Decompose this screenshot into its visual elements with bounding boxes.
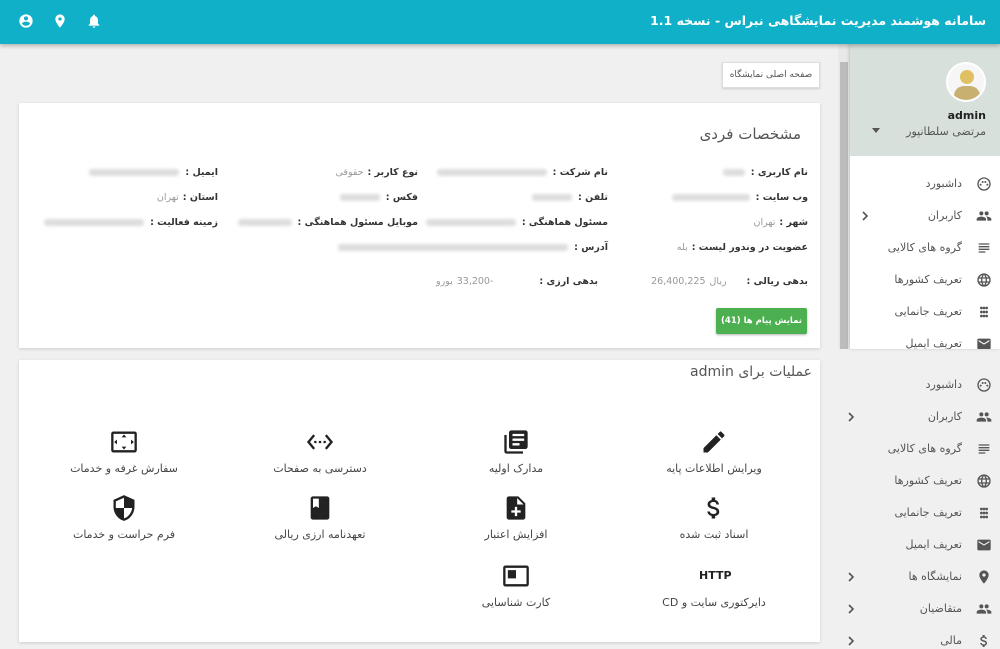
bell-icon[interactable] <box>86 13 102 29</box>
menu-item-finance[interactable]: مالی <box>836 625 1000 649</box>
chevron-icon <box>846 411 856 423</box>
sidebar-item-layout[interactable]: تعریف جانمایی <box>850 296 1000 328</box>
email-field: ایمیل : <box>89 167 218 178</box>
menu-item-email[interactable]: تعریف ایمیل <box>836 529 1000 561</box>
sidebar-scrollbar[interactable] <box>838 44 850 349</box>
op-id-card[interactable]: کارت شناسایی <box>441 562 591 609</box>
users-icon <box>976 601 992 617</box>
operations-card: عملیات برای admin ویرایش اطلاعات پایه مد… <box>19 360 820 642</box>
settings-overscan-icon <box>109 428 139 456</box>
op-site-directory[interactable]: HTTP دایرکتوری سایت و CD <box>639 562 789 609</box>
profile-card-title: مشخصات فردی <box>699 125 801 143</box>
op-page-access[interactable]: دسترسی به صفحات <box>245 428 395 475</box>
location-pin-icon[interactable] <box>52 13 68 29</box>
phone-field: تلفن : <box>532 192 608 203</box>
mail-icon <box>976 336 992 349</box>
company-field: نام شرکت : <box>436 167 608 178</box>
profile-dropdown-caret[interactable] <box>872 128 880 133</box>
fax-field: فکس : <box>339 192 418 203</box>
currency-debt-field: بدهی ارزی :-33,200یورو <box>436 276 598 287</box>
account-circle-icon[interactable] <box>18 13 34 29</box>
city-field: شهر :تهران <box>753 217 808 228</box>
security-shield-icon <box>109 494 139 522</box>
profile-username: admin <box>947 109 986 122</box>
chevron-icon <box>860 210 870 222</box>
menu-item-product-groups[interactable]: گروه های کالایی <box>836 433 1000 465</box>
sidebar-item-countries[interactable]: تعریف کشورها <box>850 264 1000 296</box>
app-title: سامانه هوشمند مدیریت نمایشگاهی نبراس - ن… <box>650 13 986 28</box>
coordinator-mobile-field: موبایل مسئول هماهنگی : <box>237 217 418 228</box>
chevron-icon <box>846 635 856 647</box>
dashboard-icon <box>976 377 992 393</box>
sidebar: admin مرتضی سلطانپور داشبورد کاربران گرو… <box>850 44 1000 349</box>
username-field: نام کاربری : <box>722 167 808 178</box>
menu-item-users[interactable]: کاربران <box>836 401 1000 433</box>
profile-fullname[interactable]: مرتضی سلطانپور <box>906 125 986 138</box>
sidebar-scrollbar-thumb[interactable] <box>840 62 848 349</box>
website-field: وب سایت : <box>671 192 808 203</box>
rial-debt-field: بدهی ریالی :ریال26,400,225 <box>651 276 808 287</box>
note-add-icon <box>501 494 531 522</box>
list-icon <box>976 441 992 457</box>
users-icon <box>976 409 992 425</box>
exhibition-home-button[interactable]: صفحه اصلی نمایشگاه <box>722 62 820 88</box>
pencil-icon <box>699 428 729 456</box>
op-currency-commitment[interactable]: تعهدنامه ارزی ریالی <box>245 494 395 541</box>
globe-icon <box>976 473 992 489</box>
sidebar-item-email[interactable]: تعریف ایمیل <box>850 328 1000 349</box>
dollar-icon <box>976 633 992 649</box>
avatar <box>946 62 986 102</box>
top-app-bar: سامانه هوشمند مدیریت نمایشگاهی نبراس - ن… <box>0 0 1000 44</box>
menu-item-dashboard[interactable]: داشبورد <box>836 369 1000 401</box>
sidebar-item-dashboard[interactable]: داشبورد <box>850 168 1000 200</box>
menu-item-layout[interactable]: تعریف جانمایی <box>836 497 1000 529</box>
address-field: آدرس : <box>338 242 608 253</box>
show-messages-button[interactable]: نمایش پیام ها (41) <box>716 308 807 334</box>
dashboard-icon <box>976 176 992 192</box>
http-icon: HTTP <box>699 569 732 582</box>
province-field: استان :تهران <box>156 192 218 203</box>
menu-item-applicants[interactable]: متقاضیان <box>836 593 1000 625</box>
featured-video-icon <box>501 562 531 590</box>
sidebar-profile: admin مرتضی سلطانپور <box>850 44 1000 156</box>
list-icon <box>976 240 992 256</box>
operations-title: عملیات برای admin <box>690 364 812 380</box>
grid-icon <box>976 505 992 521</box>
main-menu: داشبورد کاربران گروه های کالایی تعریف کش… <box>836 369 1000 649</box>
op-security-form[interactable]: فرم حراست و خدمات <box>49 494 199 541</box>
chevron-icon <box>846 603 856 615</box>
dollar-icon <box>699 494 729 522</box>
globe-icon <box>976 272 992 288</box>
coordinator-field: مسئول هماهنگی : <box>425 217 608 228</box>
sidebar-item-users[interactable]: کاربران <box>850 200 1000 232</box>
user-type-field: نوع کاربر :حقوقی <box>335 167 418 178</box>
location-pin-icon <box>976 569 992 585</box>
library-books-icon <box>501 428 531 456</box>
book-icon <box>305 494 335 522</box>
grid-icon <box>976 304 992 320</box>
menu-item-countries[interactable]: تعریف کشورها <box>836 465 1000 497</box>
settings-ethernet-icon <box>305 428 335 456</box>
op-edit-basic-info[interactable]: ویرایش اطلاعات پایه <box>639 428 789 475</box>
mail-icon <box>976 537 992 553</box>
activity-field: زمینه فعالیت : <box>44 217 218 228</box>
op-registered-documents[interactable]: اسناد ثبت شده <box>639 494 789 541</box>
menu-item-exhibitions[interactable]: نمایشگاه ها <box>836 561 1000 593</box>
vendor-list-field: عضویت در وندور لیست :بله <box>676 242 808 253</box>
sidebar-item-product-groups[interactable]: گروه های کالایی <box>850 232 1000 264</box>
users-icon <box>976 208 992 224</box>
op-booth-order[interactable]: سفارش غرفه و خدمات <box>49 428 199 475</box>
op-increase-credit[interactable]: افزایش اعتبار <box>441 494 591 541</box>
chevron-icon <box>846 571 856 583</box>
op-initial-documents[interactable]: مدارک اولیه <box>441 428 591 475</box>
profile-card: مشخصات فردی نام کاربری : نام شرکت : نوع … <box>19 103 820 348</box>
